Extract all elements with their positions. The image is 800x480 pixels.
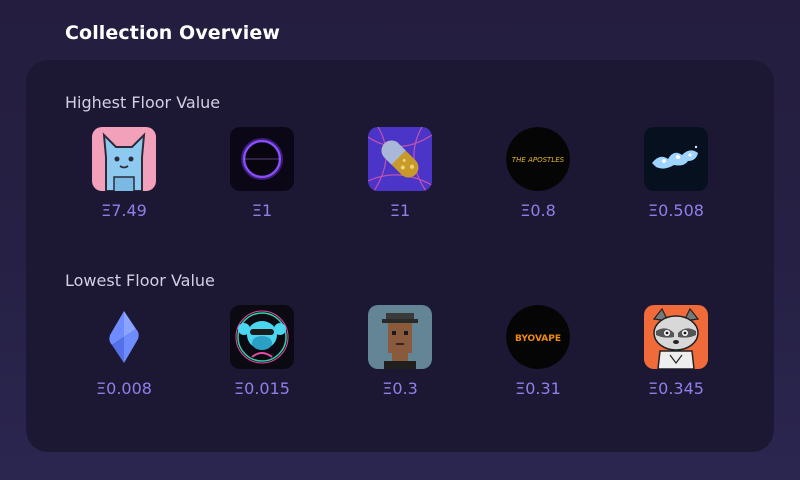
collection-item[interactable]: Ξ0.345 (621, 305, 731, 398)
logo-text: THE APOSTLES (512, 156, 565, 164)
collection-item[interactable]: THE APOSTLES Ξ0.8 (483, 127, 593, 220)
collection-item[interactable]: Ξ1 (207, 127, 317, 220)
gold-capsule-nft-icon[interactable] (368, 127, 432, 191)
floor-price: Ξ1 (251, 201, 273, 220)
floor-price: Ξ0.345 (648, 379, 704, 398)
logo-text: BYOVAPE (515, 334, 561, 344)
floor-price: Ξ0.008 (96, 379, 152, 398)
lowest-floor-row: Ξ0.008 Ξ0.015 Ξ0.3 BYOVAPE Ξ0.31 Ξ0.345 (26, 305, 774, 415)
collection-item[interactable]: Ξ0.008 (69, 305, 179, 398)
pixel-punk-nft-icon[interactable] (368, 305, 432, 369)
collection-item[interactable]: BYOVAPE Ξ0.31 (483, 305, 593, 398)
collection-item[interactable]: Ξ0.015 (207, 305, 317, 398)
collection-item[interactable]: Ξ7.49 (69, 127, 179, 220)
floor-price: Ξ0.3 (382, 379, 418, 398)
neon-ape-nft-icon[interactable] (230, 305, 294, 369)
floor-price: Ξ0.8 (520, 201, 556, 220)
page-title: Collection Overview (65, 22, 280, 44)
purple-ring-nft-icon[interactable] (230, 127, 294, 191)
floor-price: Ξ0.508 (648, 201, 704, 220)
highest-floor-row: Ξ7.49 Ξ1 Ξ1 THE APOSTLES Ξ0.8 Ξ0.508 (26, 127, 774, 237)
byovape-logo-icon[interactable]: BYOVAPE (506, 305, 570, 369)
ens-logo-icon[interactable] (92, 305, 156, 369)
the-apostles-logo-icon[interactable]: THE APOSTLES (506, 127, 570, 191)
raccoon-nft-icon[interactable] (644, 305, 708, 369)
collection-item[interactable]: Ξ0.3 (345, 305, 455, 398)
collection-item[interactable]: Ξ1 (345, 127, 455, 220)
collection-overview-panel: Highest Floor Value Ξ7.49 Ξ1 Ξ1 THE APOS… (26, 60, 774, 452)
floor-price: Ξ0.31 (515, 379, 561, 398)
collection-item[interactable]: Ξ0.508 (621, 127, 731, 220)
blue-cat-nft-icon[interactable] (92, 127, 156, 191)
blue-splash-nft-icon[interactable] (644, 127, 708, 191)
floor-price: Ξ0.015 (234, 379, 290, 398)
lowest-floor-label: Lowest Floor Value (65, 271, 215, 290)
highest-floor-label: Highest Floor Value (65, 93, 221, 112)
floor-price: Ξ7.49 (101, 201, 147, 220)
floor-price: Ξ1 (389, 201, 411, 220)
